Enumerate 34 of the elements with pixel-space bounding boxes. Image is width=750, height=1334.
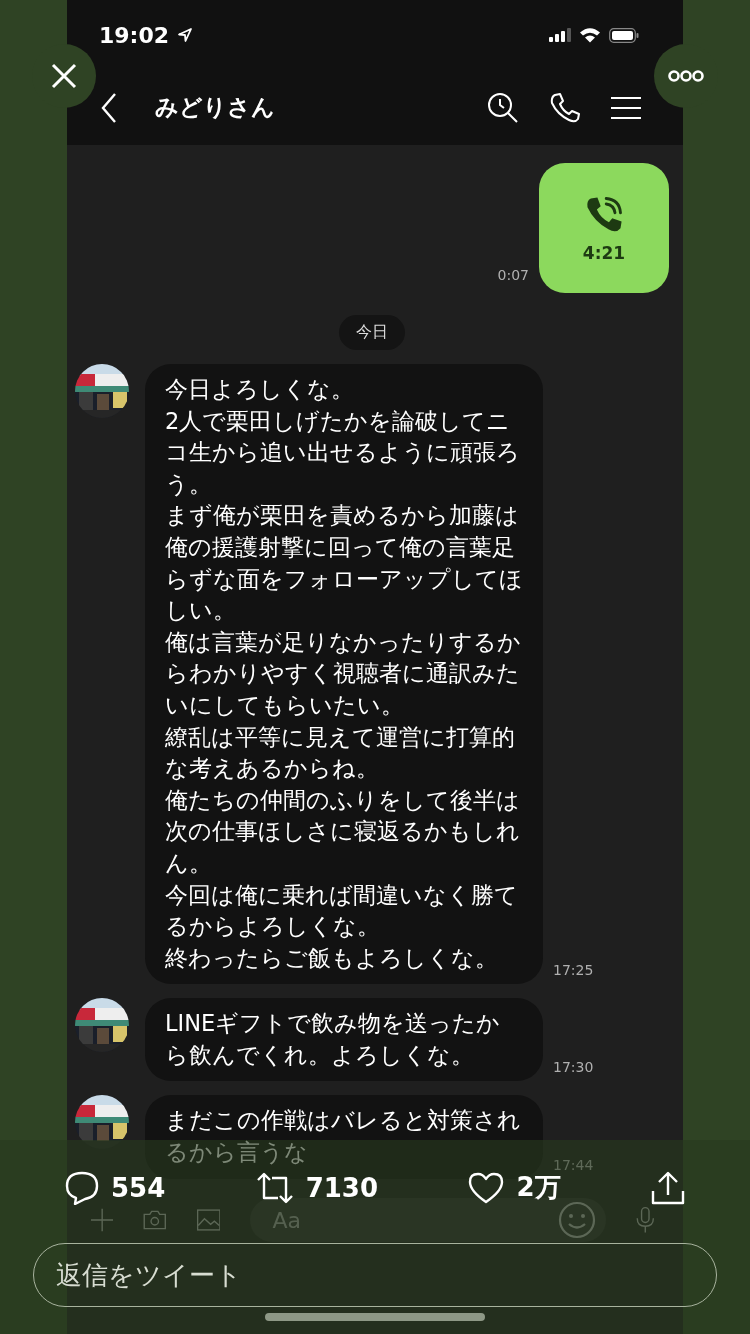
signal-icon [549,28,571,42]
message-text: 2人で栗田しげたかを論破してニコ生から追い出せるように頑張ろう。 [165,406,521,499]
message-time: 0:07 [497,267,529,283]
message-text: 終わったらご飯もよろしくな。 [165,943,499,973]
chat-title: みどりさん [155,93,275,122]
share-icon[interactable] [650,1170,685,1205]
location-arrow-icon [177,27,194,43]
menu-icon[interactable] [611,95,641,120]
reply-field[interactable]: 返信をツイート [33,1243,717,1307]
message-time: 17:44 [553,1156,594,1173]
back-icon[interactable] [101,92,117,123]
more-icon [668,70,704,82]
message-text: 今日よろしくな。 [165,375,355,404]
message-time: 17:25 [553,962,594,979]
message-text: まず俺が栗田を責めるから加藤は俺の援護射撃に回って俺の言葉足らずな面をフォローアップしてほしい。 [165,501,523,626]
phone-icon[interactable] [549,91,581,124]
reply-icon[interactable] [65,1170,99,1205]
call-bubble[interactable]: 4:21 [539,163,669,293]
search-icon[interactable] [487,91,519,124]
date-chip: 今日 [339,315,405,350]
battery-icon [609,27,639,43]
message-text: まだこの作戦はバレると対策されるから言うな [165,1106,522,1168]
close-icon [51,63,77,89]
message-text: 俺たちの仲間のふりをして後半は次の仕事ほしさに寝返るかもしれん。 [165,785,521,878]
message-text: 俺は言葉が足りなかったりするからわかりやすく視聴者に通訳みたいにしてもらいたい。 [165,627,522,720]
retweet-icon[interactable] [255,1171,294,1204]
message-time: 17:30 [553,1059,594,1076]
heart-icon[interactable] [468,1171,505,1204]
reply-count: 554 [111,1172,166,1203]
message-text: 繚乱は平等に見えて運営に打算的な考えあるからね。 [165,722,516,784]
status-time: 19:02 [99,22,170,48]
wifi-icon [579,27,601,43]
message-text: 今回は俺に乗れば間違いなく勝てるからよろしくな。 [165,880,519,942]
message-text: LINEギフトで飲み物を送ったから飲んでくれ。よろしくな。 [165,1009,502,1070]
